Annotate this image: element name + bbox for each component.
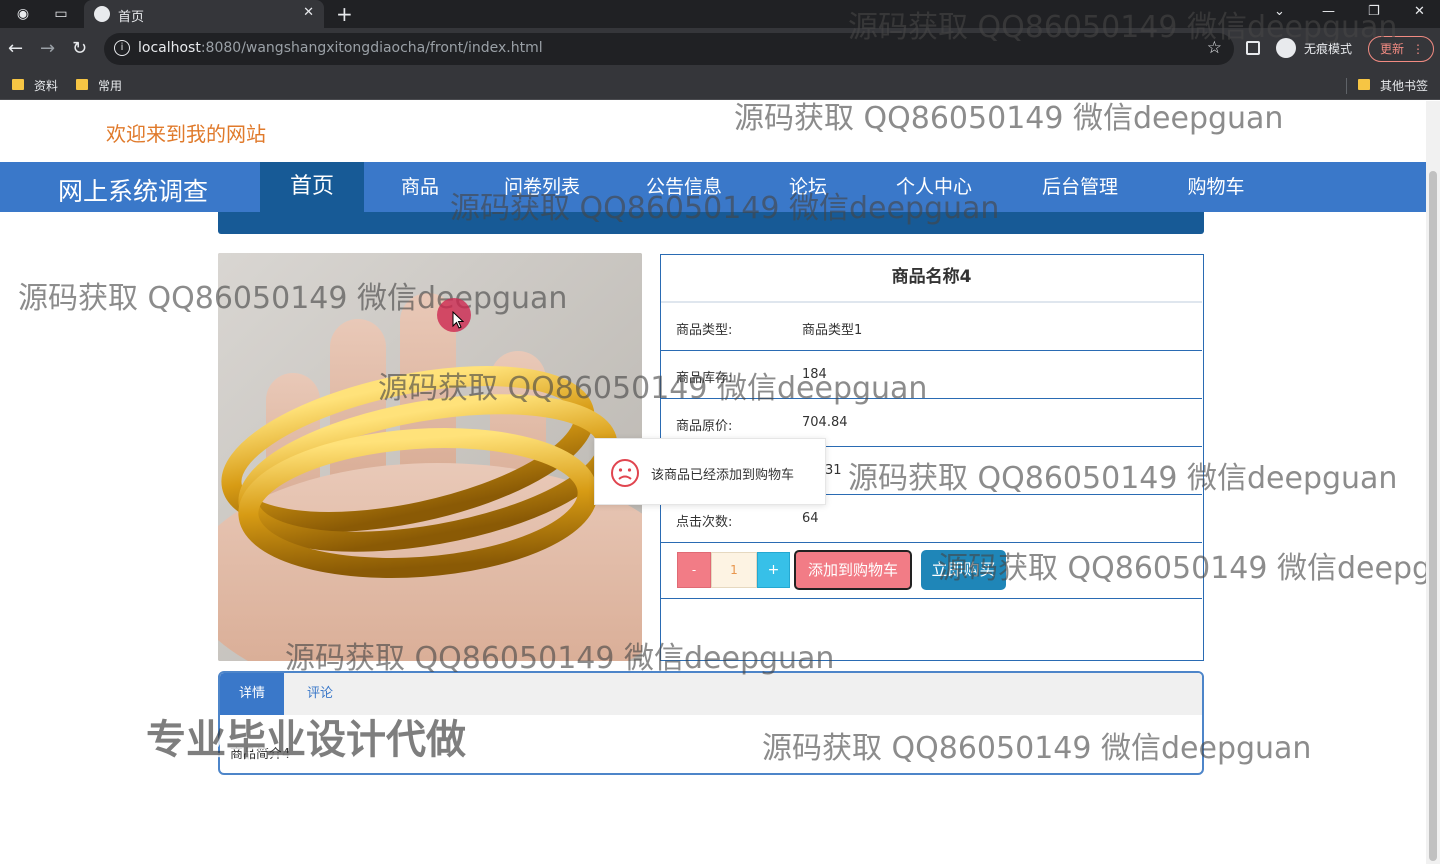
product-type-value: 商品类型1 <box>802 323 863 338</box>
site-info-icon[interactable]: i <box>114 40 130 56</box>
bookmark-folder-changyong[interactable]: 常用 <box>76 76 126 94</box>
bookmark-label: 常用 <box>98 79 123 93</box>
folder-icon <box>12 79 24 90</box>
close-window-icon[interactable]: ✕ <box>1414 4 1425 19</box>
incognito-icon <box>1276 38 1296 58</box>
folder-icon <box>76 79 88 90</box>
other-bookmarks[interactable]: 其他书签 <box>1358 76 1434 94</box>
side-panel-icon[interactable] <box>1246 41 1260 55</box>
watermark: 源码获取 QQ86050149 微信deepguan <box>734 101 1284 136</box>
nav-item-products[interactable]: 商品 <box>384 162 456 212</box>
main-navbar: 网上系统调查 首页 商品 问卷列表 公告信息 论坛 个人中心 后台管理 购物车 <box>0 162 1426 212</box>
globe-icon <box>94 6 110 22</box>
new-tab-button[interactable]: + <box>336 2 353 26</box>
browser-titlebar: ◉ ▭ 首页 ✕ + ⌄ — ❐ ✕ <box>0 0 1440 28</box>
close-tab-icon[interactable]: ✕ <box>303 5 314 20</box>
tab-list-chevron-icon[interactable]: ⌄ <box>1274 4 1285 19</box>
address-bar[interactable]: i localhost:8080/wangshangxitongdiaocha/… <box>104 33 1234 65</box>
nav-item-surveys[interactable]: 问卷列表 <box>486 162 598 212</box>
browser-tab-active[interactable]: 首页 ✕ <box>84 0 324 28</box>
bookmark-folder-ziliao[interactable]: 资料 <box>12 76 62 94</box>
browser-toolbar: ← → ↻ i localhost:8080/wangshangxitongdi… <box>0 28 1440 70</box>
incognito-label: 无痕模式 <box>1304 42 1353 56</box>
page-viewport: 欢迎来到我的网站 网上系统调查 首页 商品 问卷列表 公告信息 论坛 个人中心 … <box>0 101 1426 864</box>
folder-icon <box>1358 79 1370 90</box>
update-button[interactable]: 更新 ⋮ <box>1368 36 1434 62</box>
buy-now-button[interactable]: 立即购买 <box>921 550 1006 590</box>
page-scrollbar[interactable] <box>1426 101 1440 864</box>
orig-price-label: 商品原价: <box>676 419 733 434</box>
product-stock-value: 184 <box>802 367 827 382</box>
reload-icon[interactable]: ↻ <box>72 38 87 59</box>
product-image <box>218 253 642 661</box>
product-type-label: 商品类型: <box>676 323 733 338</box>
nav-underbar <box>218 212 1204 234</box>
forward-arrow-icon[interactable]: → <box>40 38 55 59</box>
add-to-cart-button[interactable]: 添加到购物车 <box>794 550 912 590</box>
nav-item-notices[interactable]: 公告信息 <box>628 162 740 212</box>
bookmark-star-icon[interactable]: ☆ <box>1207 38 1222 58</box>
nav-item-forum[interactable]: 论坛 <box>772 162 844 212</box>
sad-face-icon <box>611 459 639 487</box>
nav-item-admin[interactable]: 后台管理 <box>1026 162 1134 212</box>
clicks-label: 点击次数: <box>676 515 733 530</box>
clicks-value: 64 <box>802 511 819 526</box>
bookmarks-bar: 资料 常用 其他书签 <box>0 70 1440 100</box>
row-purchase-actions: - 1 + 添加到购物车 立即购买 <box>661 543 1202 599</box>
browser-menu-icon[interactable]: ◉ <box>14 5 32 23</box>
tab-search-icon[interactable]: ▭ <box>52 5 70 23</box>
qty-increment-button[interactable]: + <box>757 552 790 588</box>
toast-message: 该商品已经添加到购物车 <box>594 438 826 505</box>
qty-decrement-button[interactable]: - <box>677 552 711 588</box>
tab-detail[interactable]: 详情 <box>220 673 284 715</box>
scroll-thumb[interactable] <box>1429 171 1437 861</box>
tab-comment[interactable]: 评论 <box>284 673 356 715</box>
mouse-cursor-icon <box>452 311 464 329</box>
nav-item-home[interactable]: 首页 <box>260 162 364 212</box>
update-label: 更新 <box>1380 42 1405 56</box>
site-brand[interactable]: 网上系统调查 <box>58 172 208 208</box>
toast-text: 该商品已经添加到购物车 <box>651 468 795 483</box>
welcome-text: 欢迎来到我的网站 <box>106 122 266 146</box>
other-bookmarks-label: 其他书签 <box>1380 79 1429 93</box>
restore-icon[interactable]: ❐ <box>1368 4 1380 19</box>
orig-price-value: 704.84 <box>802 415 848 430</box>
product-tabs: 详情 评论 商品简介4 <box>218 671 1204 775</box>
back-arrow-icon[interactable]: ← <box>8 38 23 59</box>
product-photo-bangles <box>218 253 642 661</box>
tab-title: 首页 <box>118 10 145 25</box>
price-value-partial: 31 <box>825 463 842 478</box>
row-product-stock: 商品库存: 184 <box>661 351 1202 399</box>
bookmarks-divider <box>1346 78 1347 94</box>
tabs-header: 详情 评论 <box>220 673 1202 715</box>
bookmark-label: 资料 <box>34 79 59 93</box>
product-name: 商品名称4 <box>661 255 1202 303</box>
more-menu-icon[interactable]: ⋮ <box>1412 37 1424 61</box>
nav-item-profile[interactable]: 个人中心 <box>874 162 994 212</box>
minimize-icon[interactable]: — <box>1322 4 1335 19</box>
qty-input[interactable]: 1 <box>711 552 757 588</box>
row-product-type: 商品类型: 商品类型1 <box>661 303 1202 351</box>
product-stock-label: 商品库存: <box>676 371 733 386</box>
nav-item-cart[interactable]: 购物车 <box>1166 162 1266 212</box>
url-text[interactable]: localhost:8080/wangshangxitongdiaocha/fr… <box>138 40 543 56</box>
product-description: 商品简介4 <box>230 747 291 762</box>
